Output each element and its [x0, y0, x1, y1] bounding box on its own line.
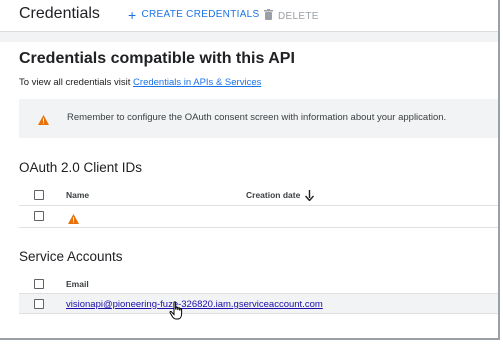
section-divider [0, 32, 498, 42]
select-all-checkbox[interactable] [34, 190, 44, 200]
create-credentials-button[interactable]: + CREATE CREDENTIALS [128, 6, 260, 23]
oauth-table-header: Name Creation date [19, 184, 498, 206]
select-all-checkbox[interactable] [34, 279, 44, 289]
credentials-link[interactable]: Credentials in APIs & Services [133, 77, 261, 88]
arrow-down-icon[interactable] [304, 188, 315, 206]
intro-label: To view all credentials visit [19, 77, 131, 88]
service-accounts-table-header: Email [19, 274, 498, 294]
hand-cursor-icon [169, 301, 185, 326]
intro-text: To view all credentials visit Credential… [19, 77, 261, 88]
delete-label: DELETE [278, 10, 319, 22]
column-header-name[interactable]: Name [66, 190, 89, 200]
credentials-panel: Credentials + CREATE CREDENTIALS DELETE … [0, 0, 500, 340]
plus-icon: + [128, 6, 137, 23]
table-row[interactable]: visionapi@pioneering-fuze-326820.iam.gse… [19, 294, 498, 314]
warning-icon [38, 112, 49, 130]
alert-message: Remember to configure the OAuth consent … [67, 112, 447, 123]
service-accounts-section-title: Service Accounts [19, 249, 123, 264]
service-account-email-link[interactable]: visionapi@pioneering-fuze-326820.iam.gse… [66, 299, 323, 310]
table-row[interactable] [19, 206, 498, 228]
trash-icon [264, 9, 273, 23]
section-heading: Credentials compatible with this API [19, 50, 295, 67]
row-checkbox[interactable] [34, 211, 44, 221]
delete-button[interactable]: DELETE [264, 9, 319, 23]
oauth-consent-alert: Remember to configure the OAuth consent … [19, 99, 498, 138]
row-checkbox[interactable] [34, 299, 44, 309]
column-header-email[interactable]: Email [66, 279, 89, 289]
oauth-section-title: OAuth 2.0 Client IDs [19, 160, 143, 175]
page-title: Credentials [19, 5, 100, 22]
column-header-creation-date[interactable]: Creation date [246, 190, 300, 200]
warning-icon [68, 211, 79, 229]
page-header: Credentials + CREATE CREDENTIALS DELETE [0, 0, 498, 32]
create-credentials-label: CREATE CREDENTIALS [141, 9, 260, 20]
